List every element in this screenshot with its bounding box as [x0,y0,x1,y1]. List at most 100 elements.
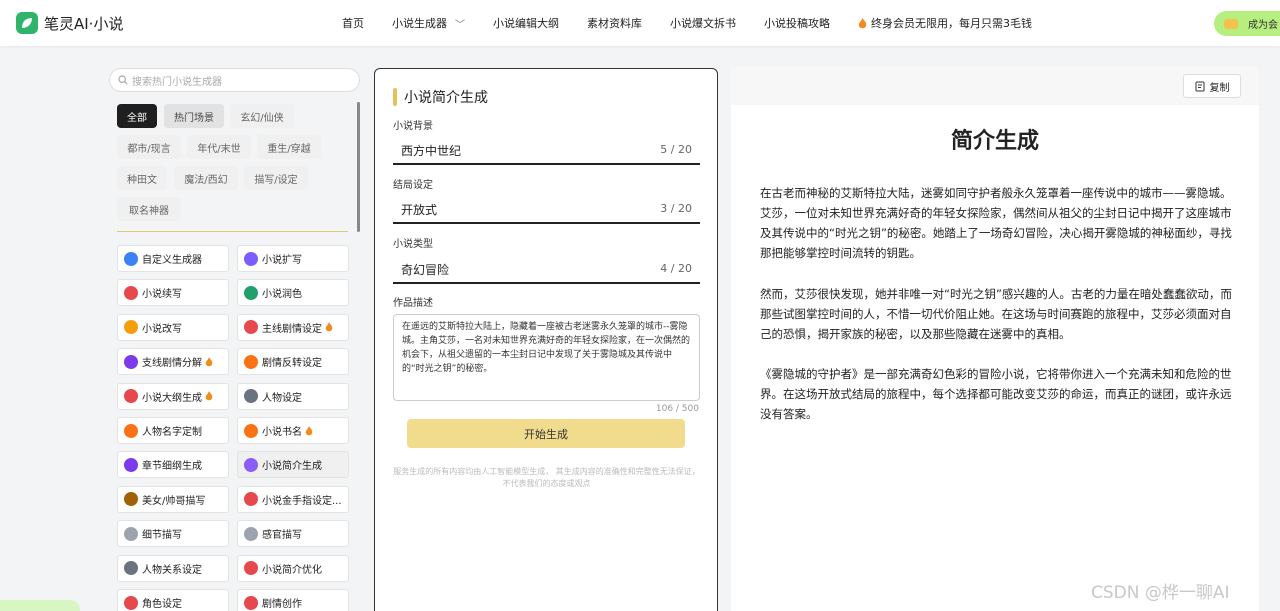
background-field[interactable]: 西方中世纪 5 / 20 [393,136,700,165]
tool-item[interactable]: 角色设定 [117,589,229,611]
description-textarea[interactable]: 在遥远的艾斯特拉大陆上，隐藏着一座被古老迷雾永久笼罩的城市--雾隐城。主角艾莎，… [393,314,700,401]
story-icon [244,595,258,610]
nav-home[interactable]: 首页 [342,15,364,31]
tool-item[interactable]: 剧情反转设定 [237,348,349,376]
copy-icon [1195,81,1204,91]
output-header: 复制 [731,67,1259,105]
tool-item[interactable]: 小说改写 [117,313,229,341]
tool-item[interactable]: 人物设定 [237,382,349,410]
rewrite-icon [124,320,138,335]
tool-item[interactable]: 小说简介优化 [237,554,349,582]
tool-item[interactable]: 支线剧情分解 [117,348,229,376]
tool-item[interactable]: 小说书名 [237,417,349,444]
category-tag[interactable]: 都市/现言 [117,135,181,159]
tool-item[interactable]: 小说续写 [117,279,229,307]
category-tag[interactable]: 全部 [117,104,157,128]
tool-label: 小说简介优化 [262,564,322,576]
category-tag[interactable]: 取名神器 [117,197,181,221]
search-input[interactable]: 搜索热门小说生成器 [109,68,360,92]
tool-item[interactable]: 主线剧情设定 [237,313,349,341]
category-tag[interactable]: 热门场景 [164,104,224,128]
field-value: 奇幻冒险 [401,263,450,277]
branch-icon [124,354,138,369]
generator-form: 小说简介生成 小说背景 西方中世纪 5 / 20 结局设定 开放式 3 / 20… [374,68,718,611]
category-tag[interactable]: 魔法/西幻 [174,166,238,190]
become-vip-button[interactable]: 成为会 [1214,11,1280,36]
search-icon [118,75,128,85]
copy-label: 复制 [1209,82,1230,94]
field-label: 结局设定 [393,180,433,191]
expand-icon [244,251,258,266]
nav-book-breakdown[interactable]: 小说爆文拆书 [670,15,736,31]
disclaimer: 服务生成的所有内容均由人工智能模型生成， 其生成内容的准确性和完整性无法保证， … [393,467,700,488]
category-tag[interactable]: 年代/末世 [187,135,251,159]
tool-item[interactable]: 小说大纲生成 [117,382,229,410]
nav-submission-guide[interactable]: 小说投稿攻略 [764,15,830,31]
tool-item[interactable]: 章节细纲生成 [117,451,229,479]
fire-icon [305,425,313,435]
promo-text: 终身会员无限用，每月只需3毛钱 [871,17,1032,30]
tool-item[interactable]: 细节描写 [117,520,229,548]
sidebar-scrollbar[interactable] [357,102,360,232]
tool-label: 小说大纲生成 [142,392,202,404]
category-tag[interactable]: 描写/设定 [244,166,308,190]
cheat-icon [244,492,258,507]
tool-item[interactable]: 人物名字定制 [117,417,229,444]
nav-outline-editor[interactable]: 小说编辑大纲 [493,15,559,31]
tool-item[interactable]: 小说润色 [237,279,349,307]
fire-icon [858,17,867,28]
tool-label: 人物设定 [262,392,302,404]
tool-label: 小说改写 [142,323,182,335]
copy-button[interactable]: 复制 [1183,74,1241,98]
ending-field[interactable]: 开放式 3 / 20 [393,195,700,224]
senses-icon [244,526,258,541]
tool-item[interactable]: 自定义生成器 [117,245,229,272]
nav-novel-generator[interactable]: 小说生成器 ﹀ [392,15,465,31]
tool-item[interactable]: 小说金手指设定... [237,485,349,513]
leaf-logo-icon [16,12,38,34]
form-title-text: 小说简介生成 [404,90,488,106]
title-accent-bar [393,88,397,106]
relation-icon [124,561,138,576]
output-panel: 复制 简介生成 在古老而神秘的艾斯特拉大陆，迷雾如同守护者般永久笼罩着一座传说中… [731,67,1259,611]
tool-item[interactable]: 感官描写 [237,520,349,548]
fire-icon [205,391,213,401]
field-label: 作品描述 [393,298,433,309]
category-tag[interactable]: 种田文 [117,166,167,190]
brand-logo[interactable]: 笔灵AI·小说 [16,12,123,34]
tool-item[interactable]: 美女/帅哥描写 [117,485,229,513]
char-count: 106 / 500 [655,404,699,414]
tool-item[interactable]: 人物关系设定 [117,554,229,582]
twist-icon [244,354,258,369]
tool-label: 小说书名 [262,427,302,438]
tool-label: 章节细纲生成 [142,461,202,473]
divider [117,231,348,232]
nav-material-library[interactable]: 素材资料库 [587,15,642,31]
genre-field[interactable]: 奇幻冒险 4 / 20 [393,255,700,284]
field-label: 小说背景 [393,121,433,132]
start-generate-button[interactable]: 开始生成 [407,419,685,448]
tool-label: 小说续写 [142,289,182,301]
tool-label: 角色设定 [142,599,182,610]
category-tag[interactable]: 重生/穿越 [257,135,321,159]
tool-label: 小说金手指设定... [262,495,342,507]
tool-label: 人物名字定制 [142,427,202,438]
output-paragraph: 然而，艾莎很快发现，她并非唯一对“时光之钥”感兴趣的人。古老的力量在暗处蠢蠢欲动… [760,287,1232,342]
tool-label: 支线剧情分解 [142,358,202,370]
tool-item[interactable]: 小说扩写 [237,245,349,272]
form-title: 小说简介生成 [393,87,488,107]
field-value: 开放式 [401,203,438,217]
char-count: 4 / 20 [660,262,692,275]
tool-label: 人物关系设定 [142,564,202,576]
tool-label: 自定义生成器 [142,255,202,266]
nav-promo[interactable]: 终身会员无限用，每月只需3毛钱 [858,15,1032,31]
tool-item[interactable]: 剧情创作 [237,589,349,611]
char-count: 5 / 20 [660,143,692,156]
category-tag[interactable]: 玄幻/仙侠 [230,104,294,128]
tool-item[interactable]: 小说简介生成 [237,451,349,479]
crown-icon [1224,18,1238,29]
tool-label: 小说润色 [262,289,302,301]
field-label: 小说类型 [393,239,433,250]
main-nav: 首页 小说生成器 ﹀ 小说编辑大纲 素材资料库 小说爆文拆书 小说投稿攻略 终身会… [342,0,1060,46]
tool-label: 小说扩写 [262,255,302,266]
